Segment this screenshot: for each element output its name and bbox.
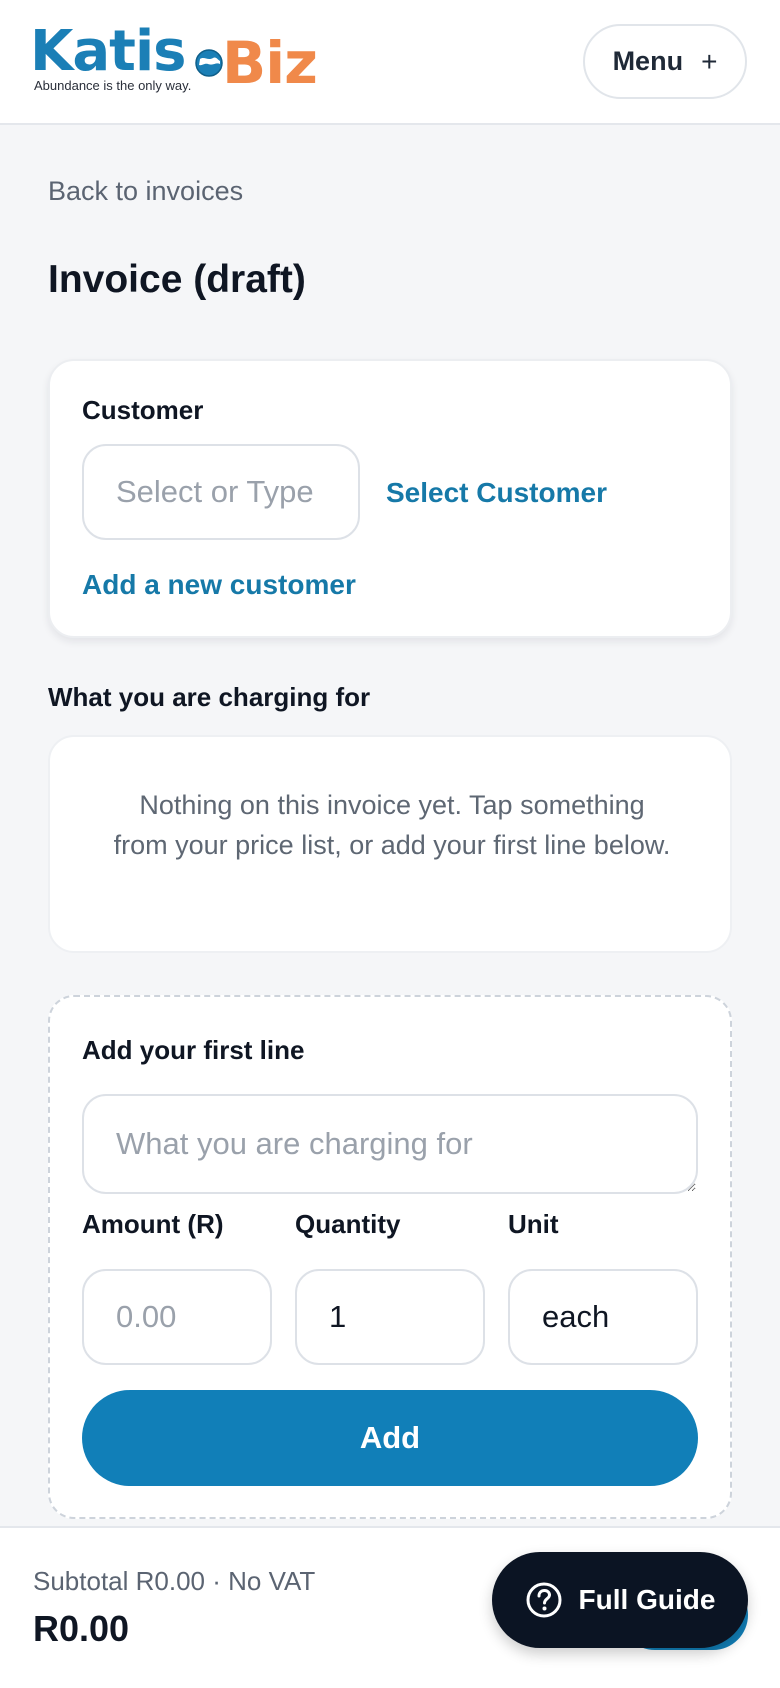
page-title: Invoice (draft)	[48, 258, 306, 301]
select-customer-link[interactable]: Select Customer	[386, 477, 607, 509]
logo-tagline: Abundance is the only way.	[34, 78, 192, 93]
back-to-invoices-link[interactable]: Back to invoices	[48, 176, 243, 207]
customer-input[interactable]	[82, 444, 360, 540]
plus-icon: +	[701, 45, 718, 77]
line-items-empty-card: Nothing on this invoice yet. Tap somethi…	[48, 735, 732, 953]
add-line-button[interactable]: Add	[82, 1390, 698, 1486]
full-guide-button[interactable]: Full Guide	[492, 1552, 748, 1648]
charges-heading: What you are charging for	[48, 682, 371, 712]
amount-input[interactable]	[82, 1269, 272, 1365]
top-bar: Katis Biz Abundance is the only way. Men…	[0, 0, 780, 125]
unit-label: Unit	[508, 1209, 559, 1239]
subtotal-text: Subtotal R0.00 · No VAT	[33, 1566, 316, 1596]
question-circle-icon	[526, 1582, 562, 1618]
quantity-input[interactable]	[295, 1269, 485, 1365]
line-description-input[interactable]	[82, 1094, 698, 1194]
quantity-label: Quantity	[295, 1209, 401, 1239]
logo-text-katis: Katis	[30, 19, 186, 84]
empty-state-message: Nothing on this invoice yet. Tap somethi…	[113, 790, 671, 860]
globe-icon	[195, 49, 223, 77]
customer-card: Customer Select Customer Add a new custo…	[48, 359, 732, 638]
add-line-card: Add your first line Amount (R) Quantity …	[48, 995, 732, 1519]
total-amount: R0.00	[33, 1608, 130, 1649]
amount-label: Amount (R)	[82, 1209, 224, 1239]
add-new-customer-link[interactable]: Add a new customer	[82, 569, 356, 601]
unit-input[interactable]	[508, 1269, 698, 1365]
add-line-heading: Add your first line	[82, 1035, 305, 1065]
menu-label: Menu	[612, 46, 684, 76]
brand-logo[interactable]: Katis Biz Abundance is the only way.	[30, 22, 320, 102]
full-guide-label: Full Guide	[578, 1584, 716, 1615]
menu-button[interactable]: Menu +	[583, 24, 747, 99]
customer-label: Customer	[82, 395, 204, 425]
logo-text-biz: Biz	[222, 29, 318, 97]
